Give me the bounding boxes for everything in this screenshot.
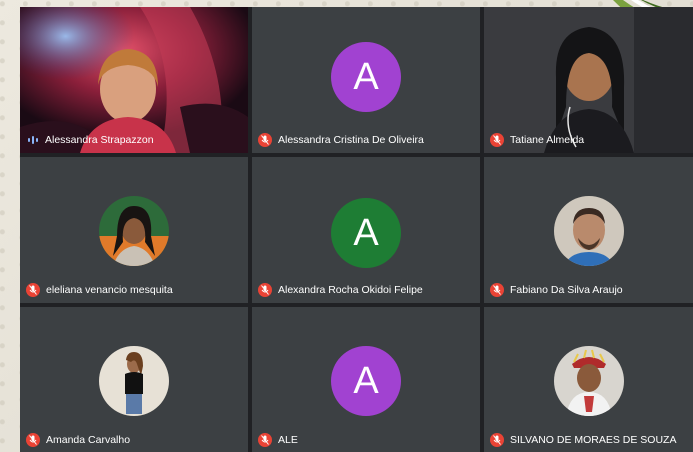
participant-name: eleliana venancio mesquita	[46, 284, 173, 296]
camera-feed	[20, 7, 248, 153]
avatar: A	[331, 346, 401, 416]
participant-tile[interactable]: A Alessandra Cristina De Oliveira	[252, 7, 480, 153]
avatar: A	[331, 198, 401, 268]
participant-name-bar: Alexandra Rocha Okidoi Felipe	[258, 283, 423, 297]
mic-off-icon	[258, 133, 272, 147]
participant-name: Alexandra Rocha Okidoi Felipe	[278, 284, 423, 296]
participant-name-bar: Fabiano Da Silva Araujo	[490, 283, 623, 297]
participant-name: ALE	[278, 434, 298, 446]
participant-name-bar: Tatiane Almeida	[490, 133, 584, 147]
participant-name-bar: SILVANO DE MORAES DE SOUZA	[490, 433, 676, 447]
avatar	[99, 346, 169, 416]
participant-name-bar: Alessandra Strapazzon	[26, 133, 154, 147]
participant-tile[interactable]: eleliana venancio mesquita	[20, 157, 248, 303]
participant-name: Fabiano Da Silva Araujo	[510, 284, 623, 296]
participant-tile[interactable]: Alessandra Strapazzon	[20, 7, 248, 153]
participant-tile[interactable]: SILVANO DE MORAES DE SOUZA	[484, 307, 693, 452]
participant-name: SILVANO DE MORAES DE SOUZA	[510, 434, 677, 446]
avatar: A	[331, 42, 401, 112]
mic-off-icon	[26, 433, 40, 447]
participant-name: Tatiane Almeida	[510, 134, 585, 146]
mic-off-icon	[26, 283, 40, 297]
participant-name-bar: ALE	[258, 433, 298, 447]
participant-tile[interactable]: A Alexandra Rocha Okidoi Felipe	[252, 157, 480, 303]
avatar	[553, 196, 624, 266]
mic-off-icon	[258, 433, 272, 447]
avatar	[99, 196, 169, 266]
mic-off-icon	[258, 283, 272, 297]
mic-off-icon	[490, 283, 504, 297]
mic-off-icon	[490, 433, 504, 447]
mic-off-icon	[490, 133, 504, 147]
meeting-grid: Alessandra Strapazzon A Alessandra Crist…	[20, 7, 693, 452]
participant-name: Alessandra Cristina De Oliveira	[278, 134, 424, 146]
participant-tile[interactable]: Amanda Carvalho	[20, 307, 248, 452]
avatar	[553, 346, 624, 416]
participant-tile[interactable]: A ALE	[252, 307, 480, 452]
participant-name-bar: Alessandra Cristina De Oliveira	[258, 133, 424, 147]
participant-name: Amanda Carvalho	[46, 434, 131, 446]
participant-name-bar: Amanda Carvalho	[26, 433, 130, 447]
participant-tile[interactable]: Tatiane Almeida	[484, 7, 693, 153]
speaking-indicator-icon	[26, 133, 40, 147]
camera-feed	[484, 7, 693, 153]
participant-name: Alessandra Strapazzon	[45, 134, 154, 146]
participant-name-bar: eleliana venancio mesquita	[26, 283, 173, 297]
participant-tile[interactable]: Fabiano Da Silva Araujo	[484, 157, 693, 303]
